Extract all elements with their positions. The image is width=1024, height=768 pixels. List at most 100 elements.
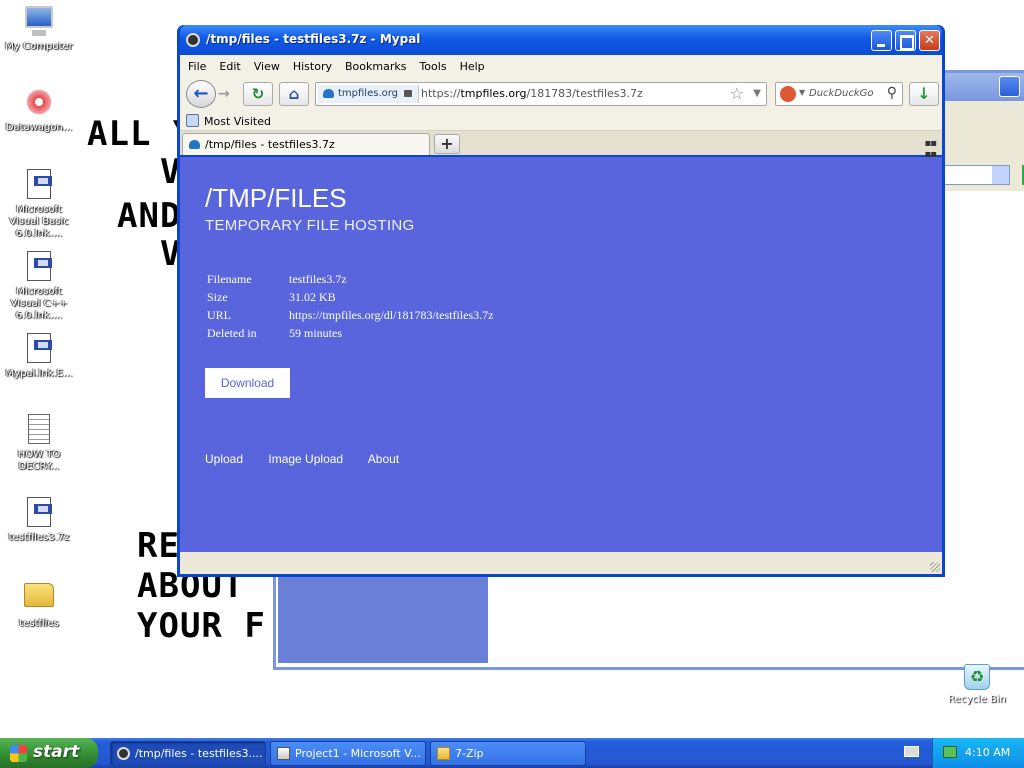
menu-edit[interactable]: Edit — [219, 60, 240, 73]
page-content: /TMP/FILES TEMPORARY FILE HOSTING Filena… — [180, 157, 942, 552]
start-button[interactable]: start — [0, 738, 98, 768]
url-prefix: https:// — [421, 87, 461, 100]
folder-icon — [437, 747, 450, 760]
maximize-button[interactable] — [895, 30, 916, 51]
vc-document-icon — [23, 251, 55, 283]
keyboard-icon[interactable] — [904, 746, 919, 757]
downloads-button[interactable]: ↓ — [909, 82, 939, 106]
wallpaper-text-3: AND — [117, 196, 182, 236]
forward-button[interactable]: → — [218, 86, 230, 102]
tab-tmpfiles[interactable]: /tmp/files - testfiles3.7z — [182, 133, 430, 155]
mypal-logo-icon — [117, 747, 130, 760]
browser-window[interactable]: /tmp/files - testfiles3.7z - Mypal ✕ Fil… — [177, 25, 945, 577]
archive-file-icon — [23, 497, 55, 529]
chevron-down-icon[interactable]: ▼ — [753, 88, 761, 99]
field-value: 59 minutes — [289, 326, 342, 340]
field-key: Size — [207, 290, 228, 304]
tab-title: /tmp/files - testfiles3.7z — [205, 138, 335, 151]
home-button[interactable]: ⌂ — [279, 82, 309, 106]
menu-tools[interactable]: Tools — [419, 60, 446, 73]
new-tab-button[interactable]: + — [434, 134, 460, 154]
nav-about[interactable]: About — [368, 452, 399, 466]
url-bar[interactable]: tmpfiles.org https://tmpfiles.org/181783… — [315, 82, 767, 106]
chevron-down-icon[interactable]: ▼ — [799, 88, 805, 97]
page-subtitle: TEMPORARY FILE HOSTING — [205, 217, 415, 234]
file-info-row: Filename testfiles3.7z — [207, 270, 493, 288]
menu-history[interactable]: History — [293, 60, 332, 73]
folder-icon — [23, 583, 55, 615]
menu-bar: File Edit View History Bookmarks Tools H… — [180, 55, 942, 77]
navigation-toolbar: ← → ↻ ⌂ tmpfiles.org https://tmpfiles.or… — [180, 77, 942, 111]
desktop-icon-mypal[interactable]: Mypal.lnk.E... — [0, 332, 78, 380]
mypal-logo-icon — [186, 33, 200, 47]
taskbar-item-label: Project1 - Microsoft V... — [295, 747, 421, 760]
field-key: URL — [207, 308, 231, 322]
desktop-icon-my-computer[interactable]: My Computer — [0, 4, 78, 53]
desktop-icon-testfiles-7z[interactable]: testfiles3.7z — [0, 496, 78, 544]
taskbar-item-label: /tmp/files - testfiles3.... — [135, 747, 263, 760]
background-minimize-button[interactable] — [999, 76, 1020, 97]
search-placeholder: DuckDuckGo — [809, 88, 874, 99]
site-identity-button[interactable]: tmpfiles.org — [318, 85, 420, 103]
search-icon[interactable]: ⚲ — [887, 85, 897, 101]
visual-basic-icon — [277, 747, 290, 760]
file-info-row: Deleted in 59 minutes — [207, 324, 493, 342]
footer-nav: Upload Image Upload About — [205, 452, 421, 466]
window-titlebar[interactable]: /tmp/files - testfiles3.7z - Mypal ✕ — [180, 25, 942, 55]
desktop-icon-datawagon[interactable]: Datawagon... — [0, 86, 78, 134]
desktop-icon-label: Microsoft Visual C++ 6.0.lnk.... — [10, 286, 68, 321]
desktop-icon-label: Recycle Bin — [948, 694, 1006, 705]
wallpaper-text-7: YOUR F — [137, 606, 266, 646]
most-visited-icon — [186, 114, 199, 127]
url-text[interactable]: https://tmpfiles.org/181783/testfiles3.7… — [421, 87, 643, 100]
back-button[interactable]: ← — [186, 80, 216, 108]
clock[interactable]: 4:10 AM — [965, 746, 1010, 759]
desktop-icon-visual-cpp[interactable]: Microsoft Visual C++ 6.0.lnk.... — [0, 250, 78, 322]
bookmark-star-icon[interactable]: ☆ — [730, 84, 744, 103]
field-value: 31.02 KB — [289, 290, 336, 304]
taskbar-item-browser[interactable]: /tmp/files - testfiles3.... — [110, 741, 266, 766]
url-path: /181783/testfiles3.7z — [526, 87, 643, 100]
text-file-icon — [23, 414, 55, 446]
bookmarks-toolbar: Most Visited — [180, 111, 942, 131]
resize-grip[interactable] — [930, 562, 940, 572]
page-title[interactable]: /TMP/FILES — [205, 183, 347, 214]
desktop-icon-label: Datawagon... — [5, 122, 73, 133]
field-key: Deleted in — [207, 326, 257, 340]
close-button[interactable]: ✕ — [919, 30, 940, 51]
desktop-icon-label: Microsoft Visual Basic 6.0.lnk.... — [9, 204, 69, 239]
nav-image-upload[interactable]: Image Upload — [268, 452, 343, 466]
file-info-row: Size 31.02 KB — [207, 288, 493, 306]
desktop-icon-label: Mypal.lnk.E... — [5, 368, 73, 379]
taskbar-item-label: 7-Zip — [455, 747, 484, 760]
chevron-down-icon[interactable] — [992, 166, 1009, 184]
menu-file[interactable]: File — [188, 60, 206, 73]
minimize-button[interactable] — [871, 30, 892, 51]
taskbar-item-7zip[interactable]: 7-Zip — [430, 741, 586, 766]
nav-upload[interactable]: Upload — [205, 452, 243, 466]
windows-logo-icon — [10, 745, 27, 762]
field-value: testfiles3.7z — [289, 272, 347, 286]
duckduckgo-icon[interactable] — [780, 86, 796, 102]
bookmark-most-visited[interactable]: Most Visited — [204, 115, 271, 128]
desktop-icon-recycle-bin[interactable]: ♻ Recycle Bin — [938, 664, 1016, 705]
file-url-link[interactable]: https://tmpfiles.org/dl/181783/testfiles… — [289, 306, 493, 324]
reload-button[interactable]: ↻ — [243, 82, 273, 106]
download-button[interactable]: Download — [205, 368, 290, 398]
taskbar-item-project1[interactable]: Project1 - Microsoft V... — [270, 741, 426, 766]
desktop-icon-label: My Computer — [5, 41, 73, 52]
cloud-icon — [189, 140, 200, 149]
window-title: /tmp/files - testfiles3.7z - Mypal — [206, 32, 421, 46]
search-box[interactable]: ▼ DuckDuckGo ⚲ — [775, 82, 903, 106]
recycle-bin-icon: ♻ — [964, 664, 990, 690]
desktop-icon-visual-basic[interactable]: Microsoft Visual Basic 6.0.lnk.... — [0, 168, 78, 240]
desktop-icon-testfiles-folder[interactable]: testfiles — [0, 578, 78, 630]
menu-bookmarks[interactable]: Bookmarks — [345, 60, 406, 73]
menu-view[interactable]: View — [254, 60, 280, 73]
network-icon[interactable] — [943, 746, 957, 758]
wallpaper-text-5: RE — [137, 526, 180, 566]
tab-strip: /tmp/files - testfiles3.7z + ▪▪ ▪▪ — [180, 131, 942, 160]
computer-icon — [23, 6, 55, 38]
desktop-icon-how-to-decrypt[interactable]: HOW TO DECRY... — [0, 413, 78, 473]
menu-help[interactable]: Help — [460, 60, 485, 73]
